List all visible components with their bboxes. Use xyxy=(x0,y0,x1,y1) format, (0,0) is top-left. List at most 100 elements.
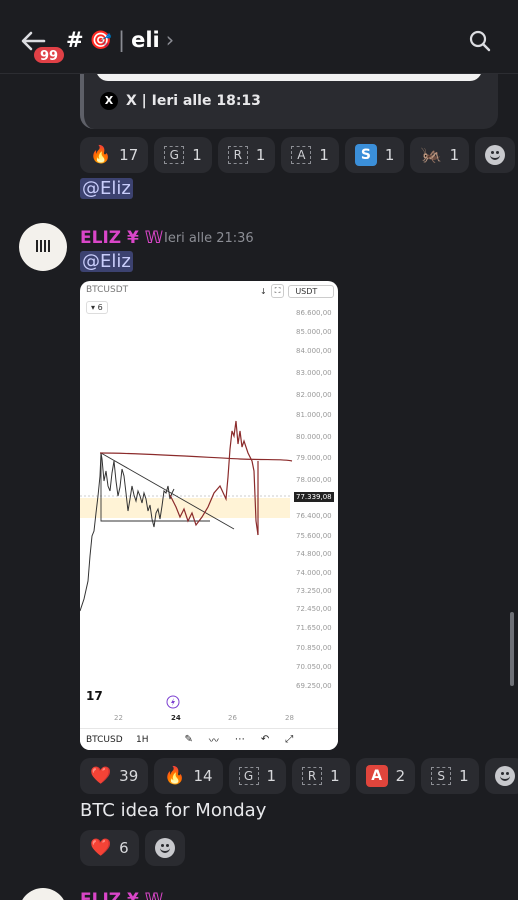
reaction-s[interactable]: S 1 xyxy=(344,137,405,173)
fire-emoji-icon: 🔥 xyxy=(164,766,186,786)
currency-select[interactable]: USDT xyxy=(288,284,335,298)
embed-source: X X | Ieri alle 18:13 xyxy=(100,92,261,110)
x-logo-icon: X xyxy=(100,92,118,110)
cricket-emoji-icon: 🦗 xyxy=(420,145,442,165)
lightning-icon[interactable] xyxy=(166,695,180,709)
author-name[interactable]: ELIZ ¥ 𝕎 xyxy=(80,228,163,248)
target-emoji-icon: 🎯 xyxy=(89,29,113,51)
price-tick: 82.000,00 xyxy=(296,391,332,399)
price-tick: 76.400,00 xyxy=(296,512,332,520)
time-tick: 24 xyxy=(171,714,181,722)
price-tick: 80.000,00 xyxy=(296,433,332,441)
expand-icon[interactable]: ⤢ xyxy=(285,734,293,745)
time-tick: 26 xyxy=(228,714,237,722)
add-reaction-button[interactable] xyxy=(144,830,185,866)
pencil-icon[interactable]: ✎ xyxy=(185,734,193,745)
smiley-icon xyxy=(494,766,515,786)
fire-emoji-icon: 🔥 xyxy=(90,145,112,165)
price-tick: 84.000,00 xyxy=(296,347,332,355)
price-tick: 83.000,00 xyxy=(296,369,332,377)
channel-title[interactable]: # 🎯 | eli › xyxy=(66,28,174,52)
price-tick: 78.000,00 xyxy=(296,476,332,484)
user-mention[interactable]: @Eliz xyxy=(80,251,133,272)
letter-s-icon: S xyxy=(431,767,452,785)
avatar[interactable] xyxy=(19,223,67,271)
smiley-icon xyxy=(154,838,175,858)
reaction-g[interactable]: G 1 xyxy=(154,137,212,173)
author-name[interactable]: ELIZ ¥ 𝕎 xyxy=(80,890,163,900)
time-tick: 28 xyxy=(285,714,294,722)
resistance-line xyxy=(99,452,293,462)
reaction-heart[interactable]: ❤️ 39 xyxy=(80,758,149,794)
add-reaction-button[interactable] xyxy=(475,137,516,173)
chart-image-attachment[interactable]: BTCUSDT ▾ 6 ↓ ⛶ USDT 86.600,00 85.000,00… xyxy=(80,281,338,750)
letter-r-icon: R xyxy=(227,146,248,164)
price-tick: 70.050,00 xyxy=(296,663,332,671)
trendline-tool-icon[interactable]: 〰 xyxy=(209,732,219,747)
title-separator: | xyxy=(118,28,126,52)
reaction-g[interactable]: G 1 xyxy=(228,758,287,794)
reaction-count: 1 xyxy=(459,767,469,785)
heart-emoji-icon: ❤️ xyxy=(90,766,112,786)
embed-source-text: X | Ieri alle 18:13 xyxy=(126,93,261,109)
reaction-cricket[interactable]: 🦗 1 xyxy=(410,137,470,173)
price-tick: 86.600,00 xyxy=(296,309,332,317)
undo-icon[interactable]: ↶ xyxy=(261,734,269,745)
reaction-a[interactable]: A 1 xyxy=(281,137,339,173)
price-tick: 79.000,00 xyxy=(296,454,332,462)
channel-header: 99 # 🎯 | eli › xyxy=(0,0,518,74)
add-reaction-button[interactable] xyxy=(484,758,518,794)
chart-symbol: BTCUSDT xyxy=(86,285,129,295)
user-mention[interactable]: @Eliz xyxy=(80,178,133,199)
letter-s-icon: S xyxy=(354,144,377,166)
price-tick: 73.250,00 xyxy=(296,587,332,595)
letter-a-icon: A xyxy=(365,765,388,787)
reaction-count: 1 xyxy=(192,146,202,164)
message-timestamp: Ieri alle 21:36 xyxy=(164,231,254,246)
reaction-a[interactable]: A 2 xyxy=(355,758,416,794)
reaction-count: 1 xyxy=(449,146,460,164)
reaction-s[interactable]: S 1 xyxy=(421,758,479,794)
price-tick: 69.250,00 xyxy=(296,682,332,690)
price-tick: 71.650,00 xyxy=(296,624,332,632)
download-icon[interactable]: ↓ xyxy=(260,287,267,296)
chart-toolbar: BTCUSD 1H ✎ 〰 ⋯ ↶ ⤢ xyxy=(80,728,338,750)
reaction-bar: ❤️ 6 xyxy=(80,830,185,866)
letter-g-icon: G xyxy=(164,146,185,164)
price-tick: 72.450,00 xyxy=(296,605,332,613)
reaction-heart[interactable]: ❤️ 6 xyxy=(80,830,139,866)
price-tick: 81.000,00 xyxy=(296,411,332,419)
reaction-count: 14 xyxy=(193,767,213,785)
price-tick: 75.600,00 xyxy=(296,532,332,540)
interval-dropdown[interactable]: ▾ 6 xyxy=(86,301,108,314)
channel-name: eli xyxy=(131,28,160,52)
scrollbar[interactable] xyxy=(510,612,514,686)
letter-g-icon: G xyxy=(238,767,259,785)
heart-emoji-icon: ❤️ xyxy=(90,838,112,858)
toolbar-symbol[interactable]: BTCUSD xyxy=(86,735,130,745)
fullscreen-icon[interactable]: ⛶ xyxy=(270,284,285,298)
price-tick: 74.000,00 xyxy=(296,569,332,577)
reaction-count: 1 xyxy=(255,146,266,164)
reaction-r[interactable]: R 1 xyxy=(217,137,276,173)
reaction-bar: ❤️ 39 🔥 14 G 1 R 1 A 2 S 1 xyxy=(80,758,518,794)
tradingview-logo: 17 xyxy=(86,689,103,703)
time-tick: 22 xyxy=(114,714,123,722)
reaction-count: 1 xyxy=(384,146,395,164)
price-tick: 85.000,00 xyxy=(296,328,332,336)
reaction-fire[interactable]: 🔥 14 xyxy=(154,758,223,794)
current-price-tag: 77.339,08 xyxy=(294,492,334,502)
toolbar-timeframe[interactable]: 1H xyxy=(136,735,149,745)
chart-top-controls: ↓ ⛶ USDT xyxy=(260,284,335,298)
reaction-fire[interactable]: 🔥 17 xyxy=(80,137,149,173)
price-tick: 70.850,00 xyxy=(296,644,332,652)
hash-icon: # xyxy=(66,28,84,52)
search-icon[interactable] xyxy=(468,29,492,53)
more-dots-icon[interactable]: ⋯ xyxy=(235,734,245,745)
avatar[interactable] xyxy=(19,888,67,900)
reaction-bar: 🔥 17 G 1 R 1 A 1 S 1 🦗 1 xyxy=(80,137,516,173)
unread-badge: 99 xyxy=(32,45,67,65)
reaction-count: 2 xyxy=(395,767,406,785)
letter-r-icon: R xyxy=(302,767,323,785)
reaction-r[interactable]: R 1 xyxy=(292,758,350,794)
